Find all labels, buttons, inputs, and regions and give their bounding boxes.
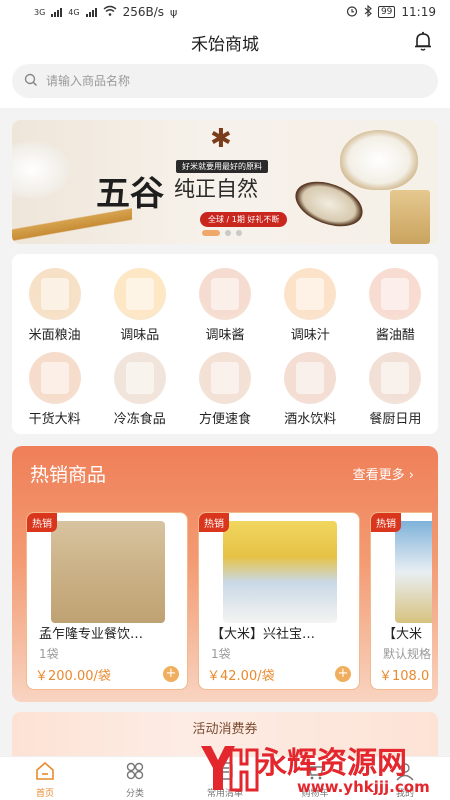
product-card[interactable]: 热销【大米】兴社宝… 1袋 ￥42.00/袋 +: [198, 512, 360, 690]
category-label: 酱油醋: [375, 328, 415, 343]
category-icon: [369, 268, 422, 320]
hot-badge: 热销: [371, 513, 401, 532]
rice-bowl-image: [340, 130, 418, 190]
tab-category[interactable]: 分类: [90, 757, 180, 800]
product-price: ￥200.00/袋: [35, 669, 111, 684]
signal-icon: [85, 7, 97, 17]
wifi-icon: [103, 5, 117, 19]
header: 禾饴商城: [0, 24, 450, 108]
product-unit: 默认规格: [383, 647, 432, 661]
category-icon: [28, 352, 81, 404]
product-card[interactable]: 热销孟乍隆专业餐饮… 1袋 ￥200.00/袋 +: [26, 512, 188, 690]
category-icon: [28, 268, 81, 320]
category-item[interactable]: 调味汁: [268, 268, 353, 352]
category-item[interactable]: 方便速食: [182, 352, 267, 436]
category-item[interactable]: 酒水饮料: [268, 352, 353, 436]
home-icon: [34, 761, 56, 785]
hot-section-title: 热销商品: [30, 464, 107, 486]
category-item[interactable]: 餐厨日用: [353, 352, 438, 436]
product-unit: 1袋: [39, 647, 59, 661]
usb-icon: ψ: [170, 5, 178, 19]
product-list: 热销孟乍隆专业餐饮… 1袋 ￥200.00/袋 + 热销【大米】兴社宝… 1袋 ￥42.00…: [26, 512, 432, 692]
product-card[interactable]: 热销【大米默认规格￥108.0+: [370, 512, 432, 690]
category-item[interactable]: 米面粮油: [12, 268, 97, 352]
category-icon: [198, 352, 251, 404]
network-4g-label: 4G: [68, 7, 80, 17]
banner-pill: 全球 / 1期 好礼不断: [200, 212, 288, 227]
category-item[interactable]: 调味酱: [182, 268, 267, 352]
signal-icon: [51, 7, 63, 17]
watermark-url: www.yhkjjj.com: [297, 778, 430, 796]
carousel-dot[interactable]: [236, 230, 242, 236]
hot-badge: 热销: [27, 513, 57, 532]
category-item[interactable]: 酱油醋: [353, 268, 438, 352]
category-icon: [113, 268, 166, 320]
category-icon: [198, 268, 251, 320]
hot-badge: 热销: [199, 513, 229, 532]
watermark-logo: [201, 746, 259, 792]
product-name: 【大米: [383, 627, 423, 642]
category-label: 酒水饮料: [284, 412, 337, 427]
category-label: 餐厨日用: [369, 412, 422, 427]
watermark: 永辉资源网 www.yhkjjj.com: [197, 736, 442, 800]
banner-headline: 纯正自然: [174, 177, 258, 201]
product-name: 孟乍隆专业餐饮…: [39, 627, 144, 642]
bluetooth-icon: [364, 4, 372, 20]
banner-tagline: 好米就要用最好的原料: [176, 160, 268, 173]
status-right: 99 11:19: [346, 4, 436, 20]
product-image: [395, 521, 432, 623]
alarm-icon: [346, 5, 358, 20]
search-bar[interactable]: [12, 64, 438, 98]
promo-banner[interactable]: ✱ 好米就要用最好的原料 五谷 纯正自然 全球 / 1期 好礼不断: [12, 120, 438, 244]
star-anise-image: ✱: [210, 124, 232, 154]
carousel-dot[interactable]: [225, 230, 231, 236]
category-label: 冷冻食品: [113, 412, 166, 427]
hot-products-section: 热销商品 查看更多 › 热销 孟乍隆专业餐饮… 1袋 ￥200.00/袋 + 热销 【大米】…: [12, 446, 438, 702]
category-icon: [284, 268, 337, 320]
bell-icon[interactable]: [412, 30, 434, 52]
page-title: 禾饴商城: [191, 35, 259, 55]
search-input[interactable]: [46, 74, 346, 88]
category-icon: [284, 352, 337, 404]
tab-home[interactable]: 首页: [0, 757, 90, 800]
category-label: 调味酱: [205, 328, 245, 343]
battery-icon: 99: [377, 6, 396, 18]
category-label: 调味品: [120, 328, 160, 343]
product-image: [223, 521, 337, 623]
product-unit: 1袋: [211, 647, 231, 661]
category-grid: 米面粮油 调味品 调味酱 调味汁 酱油醋干货大料 冷冻食品 方便速食 酒水饮料 餐厨日用: [12, 254, 438, 434]
category-icon: [113, 352, 166, 404]
product-name: 【大米】兴社宝…: [211, 627, 316, 642]
status-left: 3G 4G 256B/s ψ: [34, 5, 177, 19]
product-image: [51, 521, 165, 623]
banner-headline-big: 五谷: [96, 174, 164, 214]
category-label: 米面粮油: [28, 328, 81, 343]
category-icon: [124, 761, 146, 785]
network-3g-label: 3G: [34, 7, 46, 17]
status-bar: 3G 4G 256B/s ψ 99 11:19: [0, 0, 450, 24]
rice-bag-image: [390, 190, 430, 244]
view-more-link[interactable]: 查看更多 ›: [353, 464, 414, 483]
add-to-cart-button[interactable]: +: [335, 666, 351, 682]
carousel-dot[interactable]: [202, 230, 220, 236]
tab-label: 分类: [125, 789, 144, 799]
category-label: 方便速食: [198, 412, 251, 427]
category-label: 调味汁: [290, 328, 330, 343]
add-to-cart-button[interactable]: +: [163, 666, 179, 682]
category-label: 干货大料: [28, 412, 81, 427]
rice-pile-image: [12, 140, 72, 200]
category-item[interactable]: 冷冻食品: [97, 352, 182, 436]
search-icon: [24, 72, 38, 91]
category-item[interactable]: 调味品: [97, 268, 182, 352]
category-item[interactable]: 干货大料: [12, 352, 97, 436]
network-speed: 256B/s: [122, 5, 165, 19]
tab-label: 首页: [35, 789, 54, 799]
category-icon: [369, 352, 422, 404]
clock-time: 11:19: [401, 5, 436, 19]
product-price: ￥42.00/袋: [207, 669, 275, 684]
coupon-title: 活动消费券: [192, 722, 258, 737]
carousel-dots: [202, 230, 242, 236]
product-price: ￥108.0: [379, 669, 430, 684]
watermark-brand: 永辉资源网: [257, 746, 407, 781]
